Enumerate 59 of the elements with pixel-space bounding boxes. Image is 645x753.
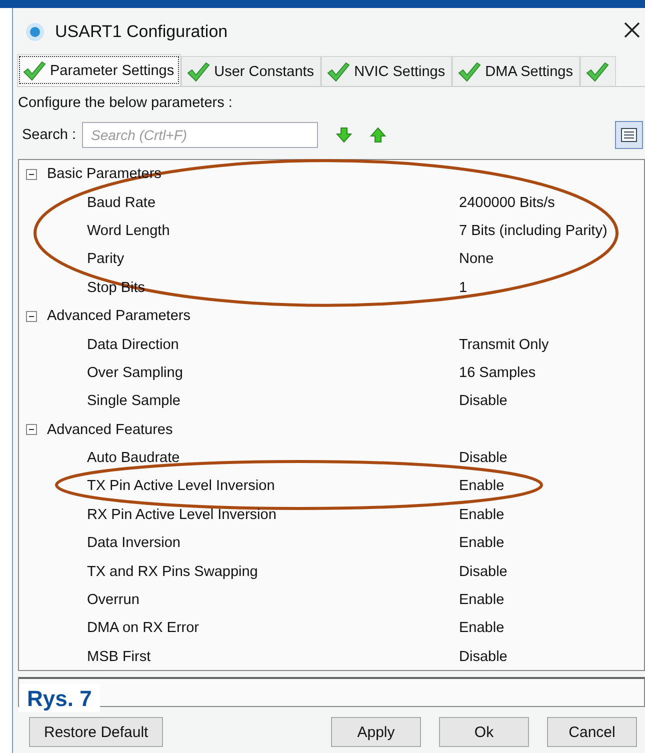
window-title: USART1 Configuration: [55, 22, 229, 42]
search-label: Search :: [22, 127, 76, 143]
parameter-value[interactable]: Transmit Only: [459, 336, 644, 353]
collapse-icon[interactable]: [26, 168, 37, 180]
parameter-name: Word Length: [86, 222, 171, 239]
tab[interactable]: DMA Settings: [452, 56, 580, 86]
collapse-icon[interactable]: [26, 424, 37, 436]
parameter-value[interactable]: Disable: [459, 648, 644, 665]
parameter-name: DMA on RX Error: [86, 620, 200, 636]
collapse-icon[interactable]: [26, 310, 37, 322]
parameter-name: Single Sample: [86, 393, 182, 410]
check-icon: [186, 60, 210, 82]
parameter-value[interactable]: 16 Samples: [459, 364, 644, 381]
parameter-name: Overrun: [86, 592, 140, 608]
instructions-text: Configure the below parameters :: [18, 95, 234, 113]
parameter-value[interactable]: None: [459, 251, 644, 268]
parameter-name: TX Pin Active Level Inversion: [86, 478, 276, 494]
parameter-name: RX Pin Active Level Inversion: [86, 506, 278, 523]
check-icon: [22, 60, 46, 82]
group-label[interactable]: Advanced Features: [47, 422, 173, 438]
group-label[interactable]: Advanced Parameters: [47, 308, 190, 324]
list-icon: [621, 128, 637, 142]
parameter-name: MSB First: [86, 648, 152, 665]
figure-label: Rys. 7: [19, 684, 100, 712]
parameter-name: Data Direction: [86, 336, 180, 353]
restore-button[interactable]: Restore Default: [29, 717, 164, 747]
chip-icon: [25, 22, 45, 42]
search-field[interactable]: Search (Crtl+F): [82, 122, 318, 148]
tab[interactable]: User Constants: [181, 56, 322, 86]
parameter-value[interactable]: 2400000 Bits/s: [459, 194, 644, 211]
up-arrow-icon[interactable]: [370, 127, 386, 143]
check-icon: [584, 60, 609, 82]
parameter-value[interactable]: Enable: [459, 535, 644, 552]
parameter-name: Baud Rate: [86, 194, 157, 211]
check-icon: [457, 60, 482, 82]
parameter-value[interactable]: 1: [459, 280, 644, 296]
parameter-value[interactable]: Enable: [459, 478, 644, 494]
parameter-value[interactable]: Enable: [459, 506, 644, 523]
parameter-name: TX and RX Pins Swapping: [86, 564, 259, 580]
dialog-button[interactable]: Ok: [439, 717, 529, 747]
parameter-value[interactable]: Disable: [459, 393, 644, 410]
parameter-name: Parity: [86, 251, 126, 268]
tab[interactable]: [580, 56, 616, 86]
list-view-button[interactable]: [615, 121, 643, 149]
parameter-value[interactable]: Disable: [459, 564, 644, 580]
tab[interactable]: NVIC Settings: [321, 56, 452, 86]
parameter-name: Auto Baudrate: [86, 450, 181, 466]
tab[interactable]: Parameter Settings: [17, 54, 182, 86]
parameter-value[interactable]: 7 Bits (including Parity): [459, 222, 644, 239]
dialog-button[interactable]: Cancel: [547, 717, 637, 747]
parameter-name: Over Sampling: [86, 364, 184, 381]
check-icon: [326, 60, 350, 82]
parameter-value[interactable]: Enable: [459, 592, 644, 608]
down-arrow-icon[interactable]: [336, 127, 352, 143]
parameter-value[interactable]: Enable: [459, 620, 644, 636]
dialog-button[interactable]: Apply: [331, 717, 421, 747]
group-label[interactable]: Basic Parameters: [47, 166, 162, 182]
parameter-name: Data Inversion: [86, 535, 182, 552]
parameter-value[interactable]: Disable: [459, 450, 644, 466]
